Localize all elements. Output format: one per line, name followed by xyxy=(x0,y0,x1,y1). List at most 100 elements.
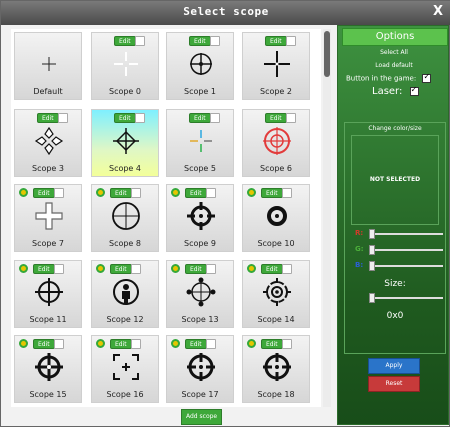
scope-tile[interactable]: Edit Scope 17 xyxy=(166,335,234,403)
large-ring-crosshair-icon xyxy=(187,353,215,381)
scope-checkbox[interactable] xyxy=(282,188,292,198)
edit-button[interactable]: Edit xyxy=(110,188,132,198)
scope-tile[interactable]: Edit Scope 15 xyxy=(14,335,82,403)
edit-button[interactable]: Edit xyxy=(33,264,55,274)
scope-label: Scope 16 xyxy=(106,390,144,399)
scope-tile[interactable]: Edit Scope 1 xyxy=(166,32,234,100)
size-slider-track[interactable] xyxy=(373,297,443,299)
scope-tile[interactable]: Default xyxy=(14,32,82,100)
edit-button[interactable]: Edit xyxy=(189,36,211,46)
color-size-box: Change color/size NOT SELECTED R: G: B: … xyxy=(344,122,446,354)
edit-button[interactable]: Edit xyxy=(185,339,207,349)
options-title: Options xyxy=(342,28,448,46)
outline-cross-icon xyxy=(35,202,63,230)
edit-button[interactable]: Edit xyxy=(261,264,283,274)
bold-crosshair-icon xyxy=(187,202,215,230)
scrollbar[interactable] xyxy=(323,29,331,407)
scope-tile[interactable]: Edit Scope 4 xyxy=(91,109,159,177)
r-slider-knob[interactable] xyxy=(369,229,375,239)
scope-checkbox[interactable] xyxy=(206,339,216,349)
scope-checkbox[interactable] xyxy=(131,188,141,198)
scope-checkbox[interactable] xyxy=(206,188,216,198)
g-slider[interactable]: G: xyxy=(355,245,443,255)
scope-tile[interactable]: Edit Scope 5 xyxy=(166,109,234,177)
scope-checkbox[interactable] xyxy=(210,113,220,123)
edit-button[interactable]: Edit xyxy=(114,113,136,123)
laser-label: Laser: xyxy=(372,86,403,97)
add-scope-button[interactable]: Add scope xyxy=(181,409,223,425)
r-slider-track[interactable] xyxy=(373,233,443,235)
scope-tile[interactable]: Edit Scope 0 xyxy=(91,32,159,100)
diamond-cross-icon xyxy=(113,128,139,154)
scope-checkbox[interactable] xyxy=(54,264,64,274)
scope-tile[interactable]: Edit Scope 13 xyxy=(166,260,234,328)
thin-crosshair-icon xyxy=(35,278,63,306)
edit-button[interactable]: Edit xyxy=(33,188,55,198)
button-in-game-checkbox[interactable] xyxy=(422,72,432,83)
scope-checkbox[interactable] xyxy=(135,36,145,46)
edit-button[interactable]: Edit xyxy=(185,188,207,198)
scope-checkbox[interactable] xyxy=(282,339,292,349)
edit-button[interactable]: Edit xyxy=(261,339,283,349)
r-slider[interactable]: R: xyxy=(355,229,443,239)
scope-checkbox[interactable] xyxy=(206,264,216,274)
scope-checkbox[interactable] xyxy=(131,339,141,349)
scope-tile[interactable]: Edit Scope 7 xyxy=(14,184,82,252)
scope-checkbox[interactable] xyxy=(54,188,64,198)
active-dot-icon xyxy=(19,264,28,273)
arrows-four-icon xyxy=(34,126,64,156)
active-dot-icon xyxy=(171,188,180,197)
person-crosshair-icon xyxy=(113,279,139,305)
edit-button[interactable]: Edit xyxy=(189,113,211,123)
g-slider-label: G: xyxy=(355,245,364,253)
b-slider-knob[interactable] xyxy=(369,261,375,271)
edit-button[interactable]: Edit xyxy=(261,188,283,198)
g-slider-track[interactable] xyxy=(373,249,443,251)
scope-checkbox[interactable] xyxy=(286,36,296,46)
scope-checkbox[interactable] xyxy=(210,36,220,46)
r-slider-label: R: xyxy=(355,229,364,237)
laser-checkbox[interactable] xyxy=(409,85,419,96)
scope-tile[interactable]: Edit Scope 3 xyxy=(14,109,82,177)
scope-tile[interactable]: Edit Scope 14 xyxy=(242,260,310,328)
size-slider-knob[interactable] xyxy=(369,293,375,303)
g-slider-knob[interactable] xyxy=(369,245,375,255)
scope-tile[interactable]: Edit Scope 8 xyxy=(91,184,159,252)
edit-button[interactable]: Edit xyxy=(33,339,55,349)
scope-tile[interactable]: Edit Scope 10 xyxy=(242,184,310,252)
edit-button[interactable]: Edit xyxy=(114,36,136,46)
scrollbar-thumb[interactable] xyxy=(324,31,330,77)
scope-checkbox[interactable] xyxy=(54,339,64,349)
scope-checkbox[interactable] xyxy=(58,113,68,123)
scope-preview: NOT SELECTED xyxy=(351,135,439,225)
scope-tile[interactable]: Edit Scope 11 xyxy=(14,260,82,328)
close-button[interactable]: X xyxy=(431,3,445,21)
scope-tile[interactable]: Edit Scope 9 xyxy=(166,184,234,252)
edit-button[interactable]: Edit xyxy=(265,113,287,123)
reset-button[interactable]: Reset xyxy=(368,376,420,392)
size-slider[interactable] xyxy=(355,293,443,303)
scope-tile[interactable]: Edit Scope 2 xyxy=(242,32,310,100)
b-slider[interactable]: B: xyxy=(355,261,443,271)
cross-gap-white-icon xyxy=(114,52,138,76)
edit-button[interactable]: Edit xyxy=(265,36,287,46)
scope-tile[interactable]: Edit Scope 12 xyxy=(91,260,159,328)
b-slider-track[interactable] xyxy=(373,265,443,267)
scope-checkbox[interactable] xyxy=(286,113,296,123)
edit-button[interactable]: Edit xyxy=(185,264,207,274)
load-default-link[interactable]: Load default xyxy=(338,62,450,69)
scope-tile[interactable]: Edit Scope 16 xyxy=(91,335,159,403)
edit-button[interactable]: Edit xyxy=(37,113,59,123)
active-dot-icon xyxy=(247,188,256,197)
edit-button[interactable]: Edit xyxy=(110,264,132,274)
scope-tile[interactable]: Edit Scope 6 xyxy=(242,109,310,177)
edit-button[interactable]: Edit xyxy=(110,339,132,349)
select-all-link[interactable]: Select All xyxy=(338,49,450,56)
apply-button[interactable]: Apply xyxy=(368,358,420,374)
scope-checkbox[interactable] xyxy=(131,264,141,274)
b-slider-label: B: xyxy=(355,261,364,269)
scope-label: Scope 1 xyxy=(183,87,216,96)
scope-tile[interactable]: Edit Scope 18 xyxy=(242,335,310,403)
scope-checkbox[interactable] xyxy=(135,113,145,123)
scope-checkbox[interactable] xyxy=(282,264,292,274)
